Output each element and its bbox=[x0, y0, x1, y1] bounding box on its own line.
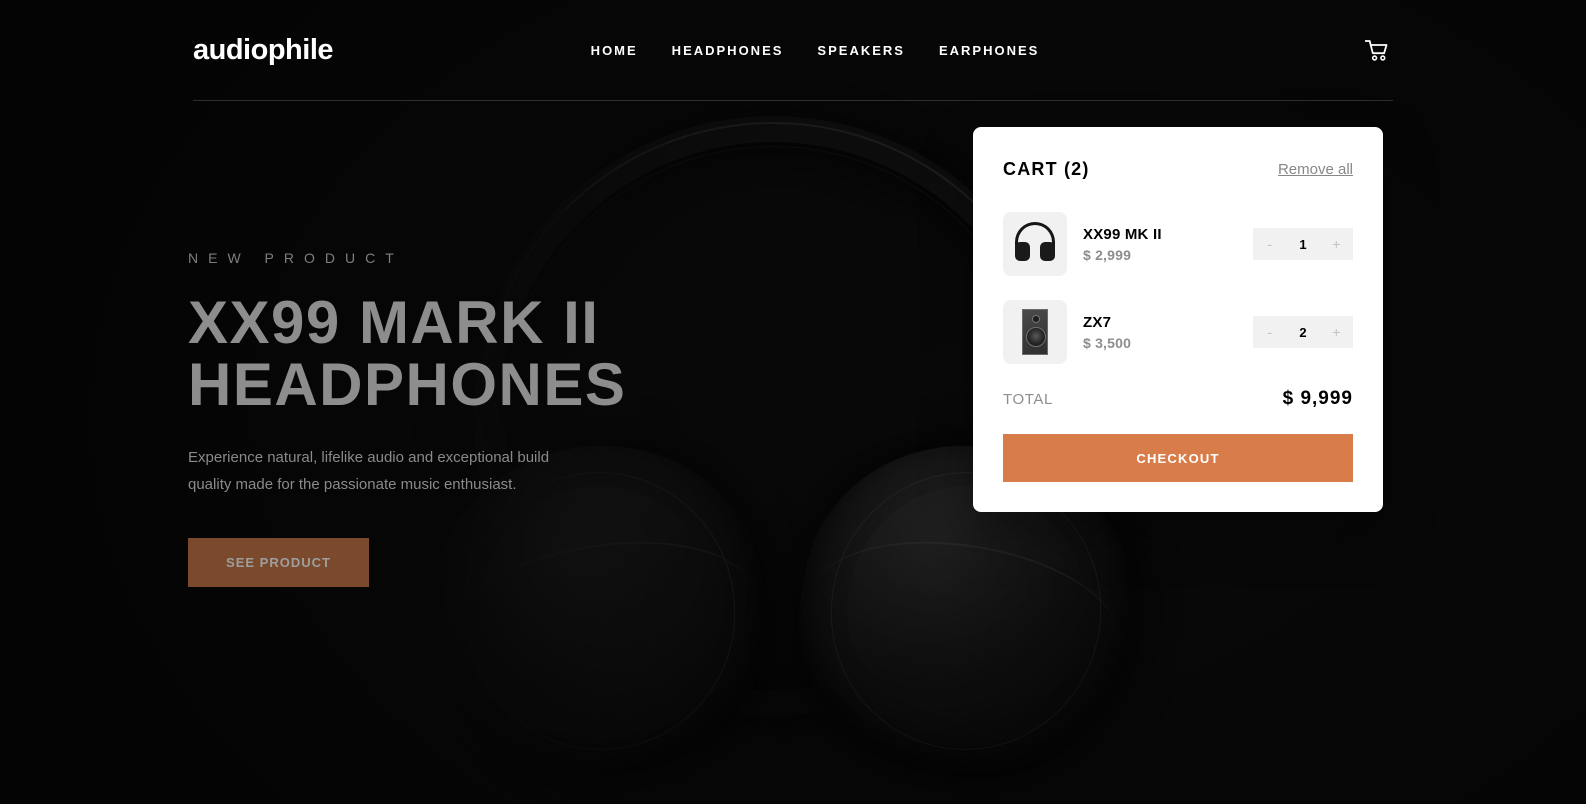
cart-item-info: ZX7 $ 3,500 bbox=[1083, 314, 1253, 351]
hero-overline: NEW PRODUCT bbox=[188, 250, 404, 266]
cart-item-price: $ 2,999 bbox=[1083, 246, 1132, 263]
cart-panel: CART (2) Remove all XX99 MK II $ 2,999 -… bbox=[973, 127, 1383, 512]
shopping-cart-icon bbox=[1365, 40, 1388, 61]
quantity-value: 2 bbox=[1299, 324, 1307, 340]
quantity-increment-button[interactable]: + bbox=[1320, 228, 1353, 260]
cart-total-row: TOTAL $ 9,999 bbox=[1003, 388, 1353, 410]
quantity-stepper: - 1 + bbox=[1253, 228, 1353, 260]
audiophile-home-page: audiophile HOME HEADPHONES SPEAKERS EARP… bbox=[0, 0, 1586, 804]
cart-title: CART (2) bbox=[1003, 159, 1090, 179]
see-product-button[interactable]: SEE PRODUCT bbox=[188, 538, 369, 587]
cart-total-label: TOTAL bbox=[1003, 390, 1053, 408]
thumbnail-speaker-woofer bbox=[1026, 327, 1046, 347]
hero-title: XX99 MARK II HEADPHONES bbox=[188, 289, 627, 418]
thumbnail-earcup-right bbox=[1040, 242, 1055, 261]
cart-header: CART (2) Remove all bbox=[1003, 159, 1353, 180]
thumbnail-earcup-left bbox=[1015, 242, 1030, 261]
remove-all-button[interactable]: Remove all bbox=[1278, 161, 1353, 178]
nav-item-earphones[interactable]: EARPHONES bbox=[939, 43, 1039, 58]
nav-item-home[interactable]: HOME bbox=[591, 43, 638, 58]
quantity-decrement-button[interactable]: - bbox=[1253, 228, 1286, 260]
site-header: audiophile HOME HEADPHONES SPEAKERS EARP… bbox=[0, 0, 1586, 101]
speaker-thumbnail bbox=[1003, 300, 1067, 364]
cart-item-row: ZX7 $ 3,500 - 2 + bbox=[1003, 300, 1353, 364]
quantity-stepper: - 2 + bbox=[1253, 316, 1353, 348]
headphones-thumbnail bbox=[1003, 212, 1067, 276]
nav-item-speakers[interactable]: SPEAKERS bbox=[817, 43, 905, 58]
hero-content: NEW PRODUCT XX99 MARK II HEADPHONES Expe… bbox=[188, 250, 627, 587]
nav-item-headphones[interactable]: HEADPHONES bbox=[672, 43, 784, 58]
cart-item-info: XX99 MK II $ 2,999 bbox=[1083, 226, 1253, 263]
thumbnail-speaker-body bbox=[1022, 309, 1048, 355]
quantity-decrement-button[interactable]: - bbox=[1253, 316, 1286, 348]
cart-item-price: $ 3,500 bbox=[1083, 334, 1132, 351]
cart-total-value: $ 9,999 bbox=[1282, 388, 1353, 409]
cart-item-name: XX99 MK II bbox=[1083, 225, 1162, 243]
quantity-value: 1 bbox=[1299, 236, 1307, 252]
header-divider bbox=[193, 100, 1393, 101]
cart-icon-button[interactable] bbox=[1361, 35, 1393, 67]
quantity-increment-button[interactable]: + bbox=[1320, 316, 1353, 348]
primary-navigation: HOME HEADPHONES SPEAKERS EARPHONES bbox=[591, 43, 1040, 58]
cart-item-name: ZX7 bbox=[1083, 313, 1112, 331]
checkout-button[interactable]: CHECKOUT bbox=[1003, 434, 1353, 482]
site-logo[interactable]: audiophile bbox=[193, 34, 334, 67]
hero-description: Experience natural, lifelike audio and e… bbox=[188, 449, 550, 493]
cart-item-row: XX99 MK II $ 2,999 - 1 + bbox=[1003, 212, 1353, 276]
thumbnail-speaker-tweeter bbox=[1032, 315, 1040, 323]
